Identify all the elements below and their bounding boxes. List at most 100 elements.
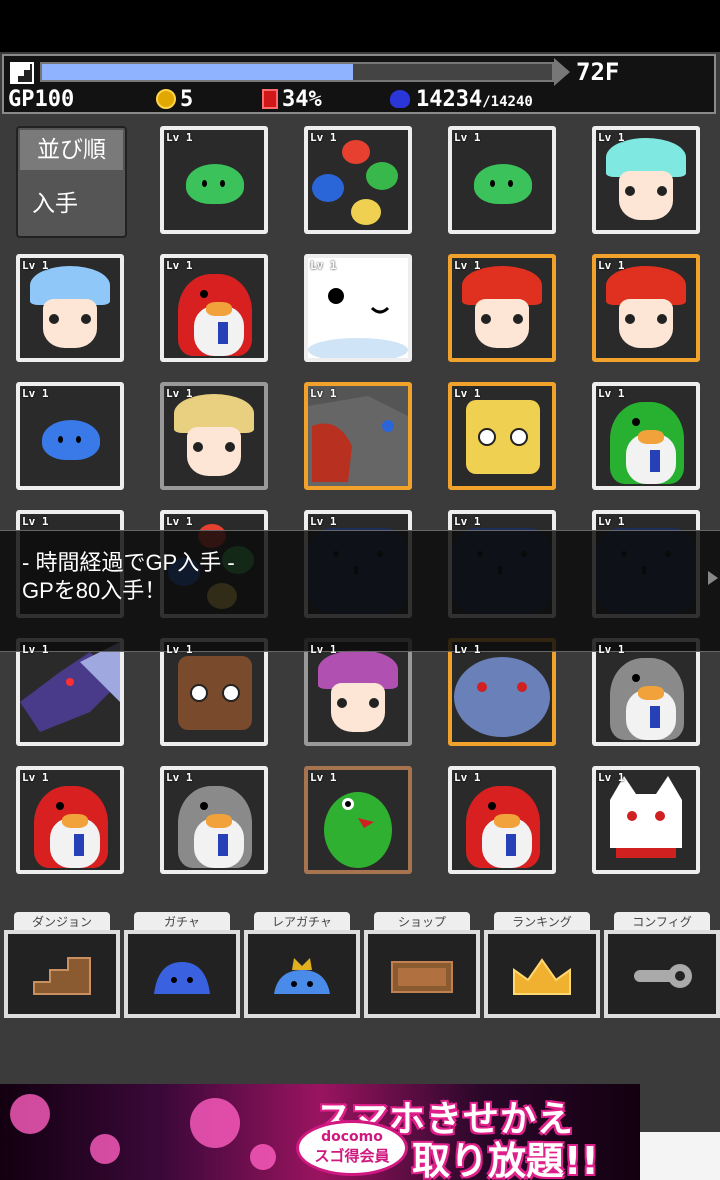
menu-tab-label: ショップ (374, 912, 470, 932)
system-status-bar (0, 0, 720, 52)
monster-card[interactable]: Lv 1 (304, 126, 412, 234)
level-label: Lv 1 (454, 771, 481, 784)
sort-order-label: 並び順 (20, 130, 123, 170)
monster-card[interactable]: Lv 1 (448, 126, 556, 234)
menu-tab-label: コンフィグ (614, 912, 710, 932)
blue-monster-icon (390, 90, 410, 108)
slime-icon (154, 962, 210, 994)
crowned-slime-icon (274, 958, 330, 994)
monster-card[interactable]: Lv 1 (448, 638, 556, 746)
level-label: Lv 1 (310, 131, 337, 144)
gp-value: GP100 (8, 87, 75, 112)
red-bird-icon (458, 780, 548, 868)
red-bird-icon (170, 268, 260, 356)
level-label: Lv 1 (598, 259, 625, 272)
level-label: Lv 1 (22, 259, 49, 272)
coin-stat: 5 (156, 88, 193, 112)
level-label: Lv 1 (166, 643, 193, 656)
monster-card[interactable]: Lv 1 (592, 126, 700, 234)
floor-progress-bar (40, 62, 554, 82)
menu-button-3[interactable]: レアガチャ (244, 912, 360, 1018)
crown-icon (513, 958, 571, 995)
level-label: Lv 1 (166, 771, 193, 784)
coin-icon (156, 89, 176, 109)
menu-button-1[interactable]: ダンジョン (4, 912, 120, 1018)
floor-number: 72F (576, 58, 620, 86)
book-stat: 34% (262, 88, 322, 112)
monster-count: 14234 (416, 87, 483, 112)
book-icon (262, 89, 278, 109)
green-bird-icon (602, 396, 692, 484)
monster-card[interactable]: Lv 1 (16, 766, 124, 874)
monster-card[interactable]: Lv 1 (448, 766, 556, 874)
player-status-panel: 72F GP100 5 34% 14234/14240 (2, 54, 716, 114)
monster-total: /14240 (482, 94, 533, 110)
floor-progress-fill (42, 64, 354, 80)
red-hair-portrait (606, 266, 686, 354)
stairs-icon (33, 957, 91, 995)
monster-card[interactable]: Lv 1 (160, 766, 268, 874)
green-slime-icon (474, 164, 532, 204)
stairs-icon (10, 62, 34, 84)
flower-decoration (10, 1094, 50, 1134)
level-label: Lv 1 (166, 515, 193, 528)
menu-tab-label: レアガチャ (254, 912, 350, 932)
toast-message: GPを80入手！ (22, 578, 167, 603)
monster-card[interactable]: Lv 1 (304, 254, 412, 362)
menu-button-6[interactable]: コンフィグ (604, 912, 720, 1018)
color-slimes-icon (312, 140, 398, 225)
menu-icon-box (604, 930, 720, 1018)
level-label: Lv 1 (310, 643, 337, 656)
menu-button-2[interactable]: ガチャ (124, 912, 240, 1018)
monster-card[interactable]: Lv 1 (16, 382, 124, 490)
menu-icon-box (244, 930, 360, 1018)
menu-icon-box (484, 930, 600, 1018)
monster-card[interactable]: Lv 1 (304, 638, 412, 746)
monster-card[interactable]: Lv 1 (304, 382, 412, 490)
level-label: Lv 1 (22, 515, 49, 528)
monster-card[interactable]: Lv 1 (592, 382, 700, 490)
monster-stat: 14234/14240 (390, 88, 533, 114)
menu-tab-label: ガチャ (134, 912, 230, 932)
flower-decoration (190, 1098, 240, 1148)
level-label: Lv 1 (598, 643, 625, 656)
monster-card[interactable]: Lv 1 (16, 638, 124, 746)
purple-dragon-icon (20, 642, 120, 742)
ad-subtitle: 取り放題!! (412, 1139, 599, 1180)
level-label: Lv 1 (310, 771, 337, 784)
menu-button-4[interactable]: ショップ (364, 912, 480, 1018)
yellow-box-icon (466, 400, 540, 474)
monster-card[interactable]: Lv 1 (304, 766, 412, 874)
monster-card[interactable]: Lv 1 (592, 638, 700, 746)
monster-card[interactable]: Lv 1 (160, 638, 268, 746)
sort-order-value: 入手 (32, 191, 78, 217)
level-label: Lv 1 (454, 643, 481, 656)
blue-slime-icon (42, 420, 100, 460)
monster-card[interactable]: Lv 1 (160, 382, 268, 490)
level-label: Lv 1 (454, 131, 481, 144)
monster-card[interactable]: Lv 1 (16, 254, 124, 362)
menu-tab-label: ランキング (494, 912, 590, 932)
sort-order-button[interactable]: 並び順 入手 (16, 126, 127, 238)
level-label: Lv 1 (454, 387, 481, 400)
flower-decoration (250, 1144, 276, 1170)
menu-button-5[interactable]: ランキング (484, 912, 600, 1018)
blue-girl-portrait (30, 266, 110, 354)
book-percent: 34% (282, 87, 322, 112)
monster-card[interactable]: Lv 1 (592, 766, 700, 874)
level-label: Lv 1 (598, 131, 625, 144)
open-sign-icon (391, 961, 453, 993)
gray-bird-icon (170, 780, 260, 868)
menu-tab-label: ダンジョン (14, 912, 110, 932)
green-dino-icon (308, 770, 408, 870)
level-label: Lv 1 (310, 259, 337, 272)
menu-icon-box (124, 930, 240, 1018)
level-label: Lv 1 (598, 515, 625, 528)
monster-card[interactable]: Lv 1 (592, 254, 700, 362)
monster-card[interactable]: Lv 1 (448, 382, 556, 490)
monster-card[interactable]: Lv 1 (448, 254, 556, 362)
monster-card[interactable]: Lv 1 (160, 126, 268, 234)
ad-banner[interactable]: スマホきせかえ 取り放題!! docomo スゴ得会員 (0, 1084, 640, 1180)
monster-card[interactable]: Lv 1 (160, 254, 268, 362)
notification-toast: - 時間経過でGP入手 - GPを80入手！ (0, 530, 720, 652)
